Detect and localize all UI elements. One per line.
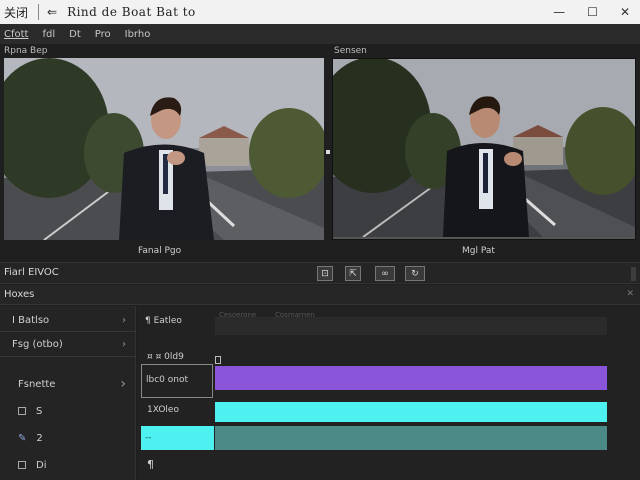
panel-item-label: Fsg (otbo) — [12, 338, 63, 350]
program-caption: Mgl Pat — [462, 246, 495, 256]
title-divider — [38, 4, 39, 20]
close-icon[interactable]: ✕ — [620, 5, 630, 19]
panel-close-icon[interactable]: ✕ — [626, 289, 634, 299]
source-viewer[interactable] — [4, 58, 324, 240]
checkbox[interactable] — [18, 407, 26, 415]
app-title: 关闭 — [4, 5, 29, 20]
ruler-label: Cosmarnen — [275, 311, 315, 319]
toolbar-label: Fiarl EIVOC — [4, 267, 59, 278]
link-icon[interactable]: ∞ — [375, 266, 395, 281]
panel-item-label: Di — [36, 459, 47, 471]
panel-item-label: S — [36, 405, 43, 417]
chevron-right-icon: › — [122, 314, 126, 326]
source-video-frame — [4, 58, 324, 240]
menu-item-help[interactable]: Ibrho — [125, 29, 151, 40]
source-caption: Fanal Pgo — [138, 246, 182, 256]
viewer-splitter-handle[interactable] — [326, 150, 330, 154]
panel-item[interactable]: Di — [0, 458, 136, 472]
right-viewer-label: Sensen — [334, 46, 367, 56]
left-viewer-label: Rpna Bep — [4, 46, 48, 56]
cyan-clip[interactable] — [215, 402, 607, 422]
cyan-track-header[interactable]: -- — [141, 426, 214, 450]
program-video-frame — [333, 59, 635, 238]
panel-item[interactable]: I Batlso › — [0, 312, 136, 328]
track-label: -- — [145, 433, 152, 443]
panel-item-label: Fsnette — [18, 378, 56, 390]
timeline-tracks: Cesoerone Cosmarnen ¶ Eatleo ¤ ¤ 0ld9 lb… — [137, 306, 640, 480]
menu-bar: Cfott fdl Dt Pro Ibrho — [0, 24, 640, 44]
maximize-icon[interactable]: ☐ — [587, 5, 598, 19]
panel-item[interactable]: Fsnette › — [0, 376, 136, 392]
pen-icon: ✎ — [18, 432, 27, 444]
selected-track-header[interactable]: lbc0 onot — [141, 364, 213, 398]
effects-panel: I Batlso › Fsg (otbo) › Fsnette › S ✎ 2 … — [0, 306, 136, 480]
chevron-right-icon: › — [120, 376, 126, 392]
track-label: 1XOleo — [147, 405, 179, 415]
playback-toolbar: Fiarl EIVOC ⊡ ⇱ ∞ ↻ — [0, 262, 640, 284]
minimize-icon[interactable]: — — [553, 5, 565, 19]
chevron-right-icon: › — [122, 338, 126, 350]
checkbox[interactable] — [18, 461, 26, 469]
timeline-ruler[interactable]: Cesoerone Cosmarnen — [215, 311, 607, 335]
export-icon[interactable]: ⇱ — [345, 266, 361, 281]
panel-item[interactable]: ✎ 2 — [0, 431, 136, 445]
track-label: ¤ ¤ 0ld9 — [147, 352, 184, 362]
rotate-icon[interactable]: ↻ — [405, 266, 425, 281]
panel-item-label: 2 — [36, 432, 43, 444]
menu-item-file[interactable]: Cfott — [4, 29, 28, 40]
crop-icon[interactable]: ⊡ — [317, 266, 333, 281]
panel-divider — [0, 356, 136, 357]
document-title: Rind de Boat Bat to — [67, 5, 196, 19]
back-arrow-icon[interactable]: ⇐ — [47, 5, 57, 19]
panel-item-label: I Batlso — [12, 314, 50, 326]
panel-item[interactable]: Fsg (otbo) › — [0, 336, 136, 352]
ruler-label: Cesoerone — [219, 311, 257, 319]
panel-title: Hoxes — [4, 289, 35, 300]
toolbar-scroll-handle[interactable] — [631, 267, 636, 281]
title-bar: 关闭 ⇐ Rind de Boat Bat to — ☐ ✕ — [0, 0, 640, 24]
timeline-panel-header: Hoxes ✕ — [0, 285, 640, 305]
panel-divider — [0, 331, 136, 332]
track-label: ¶ Eatleo — [145, 316, 182, 326]
menu-item-view[interactable]: Dt — [69, 29, 81, 40]
panel-item[interactable]: S — [0, 404, 136, 418]
teal-clip[interactable] — [215, 426, 607, 450]
program-viewer[interactable] — [332, 58, 636, 240]
playhead-marker[interactable] — [215, 356, 221, 364]
menu-item-edit[interactable]: fdl — [42, 29, 55, 40]
track-label: ¶ — [147, 458, 154, 471]
purple-clip[interactable] — [215, 366, 607, 390]
track-label: lbc0 onot — [146, 375, 188, 385]
menu-item-project[interactable]: Pro — [95, 29, 111, 40]
